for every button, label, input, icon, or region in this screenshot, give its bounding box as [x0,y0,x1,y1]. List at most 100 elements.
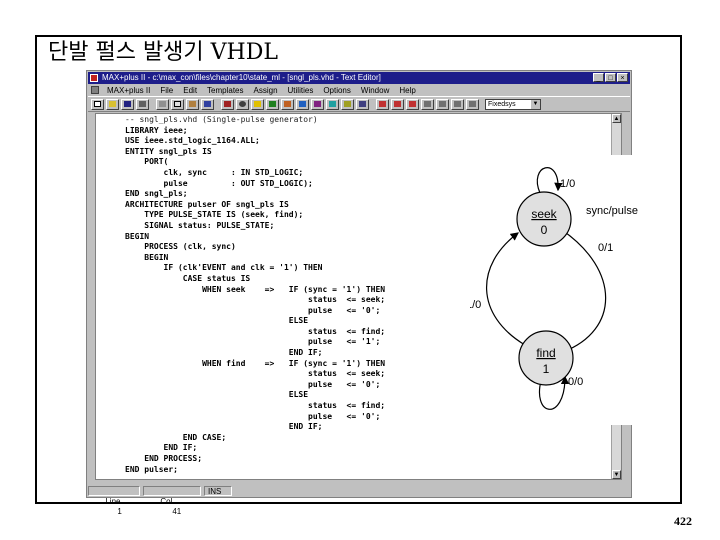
code-line[interactable]: SIGNAL status: PULSE_STATE; [125,221,274,230]
code-line[interactable]: WHEN find => IF (sync = '1') THEN [125,359,385,368]
code-line[interactable]: CASE status IS [125,274,250,283]
code-line[interactable]: END IF; [125,348,323,357]
compile-button[interactable] [266,98,279,110]
vhdl-code[interactable]: -- sngl_pls.vhd (Single-pulse generator)… [125,115,385,475]
code-line[interactable]: status <= find; [125,327,385,336]
copy-icon [174,101,181,107]
document-menu-icon[interactable] [91,86,99,94]
simulate-button[interactable] [281,98,294,110]
code-line[interactable]: pulse <= '0'; [125,412,380,421]
scroll-up-arrow-icon[interactable]: ▲ [612,114,621,123]
col-label: Col [160,497,173,506]
code-line[interactable]: USE ieee.std_logic_1164.ALL; [125,136,260,145]
code-line[interactable]: -- sngl_pls.vhd (Single-pulse generator) [125,115,318,124]
maximize-button[interactable]: □ [605,73,616,82]
code-line[interactable]: pulse : OUT STD_LOGIC); [125,179,313,188]
menu-utilities[interactable]: Utilities [283,86,319,95]
menu-bar: MAX+plus II File Edit Templates Assign U… [88,84,630,96]
menu-edit[interactable]: Edit [178,86,202,95]
save-button[interactable] [121,98,134,110]
undo-icon [204,101,211,107]
font-select[interactable]: Fixedsys ▼ [485,98,541,110]
menu-options[interactable]: Options [318,86,356,95]
code-line[interactable]: IF (clk'EVENT and clk = '1') THEN [125,263,323,272]
menu-window[interactable]: Window [356,86,394,95]
page-number: 422 [674,514,692,528]
program-button[interactable] [311,98,324,110]
app-icon[interactable] [90,74,98,82]
text-tool-icon [454,101,461,107]
code-line[interactable]: status <= seek; [125,369,385,378]
state-find-output: 1 [543,362,550,376]
code-line[interactable]: PORT( [125,157,168,166]
state-diagram: seek 0 find 1 sync/pulse 1/0 0/1 1/0 0/0 [470,155,650,425]
align-icon [439,101,446,107]
code-line[interactable]: END IF; [125,422,323,431]
grid-button[interactable] [421,98,434,110]
hierarchy-icon [224,101,231,107]
clipboard-icon [189,101,196,107]
warning-icon [254,101,261,107]
font-button[interactable] [466,98,479,110]
close-button[interactable]: × [617,73,628,82]
search-button[interactable] [236,98,249,110]
code-line[interactable]: LIBRARY ieee; [125,126,188,135]
code-line[interactable]: END CASE; [125,433,226,442]
disk-icon [124,101,131,107]
code-line[interactable]: BEGIN [125,232,149,241]
timing-button[interactable] [296,98,309,110]
text-button[interactable] [451,98,464,110]
cut-button[interactable] [156,98,169,110]
window-titlebar[interactable]: MAX+plus II - c:\max_con\files\chapter10… [88,72,630,84]
code-line[interactable]: clk, sync : IN STD_LOGIC; [125,168,304,177]
open-file-button[interactable] [106,98,119,110]
line-label: Line [105,497,121,506]
report-icon [344,101,351,107]
warning-button[interactable] [251,98,264,110]
new-file-button[interactable] [91,98,104,110]
code-line[interactable]: ELSE [125,316,308,325]
code-line[interactable]: END sngl_pls; [125,189,188,198]
code-line[interactable]: status <= seek; [125,295,385,304]
menu-maxplus[interactable]: MAX+plus II [102,86,155,95]
save-check-button[interactable] [376,98,389,110]
save-compile-icon [394,101,401,107]
code-line[interactable]: PROCESS (clk, sync) [125,242,236,251]
code-line[interactable]: pulse <= '0'; [125,306,380,315]
diagram-header-label: sync/pulse [586,205,638,217]
menu-templates[interactable]: Templates [202,86,248,95]
code-line[interactable]: ENTITY sngl_pls IS [125,147,212,156]
menu-assign[interactable]: Assign [249,86,283,95]
timing-icon [299,101,306,107]
save-simulate-icon [409,101,416,107]
transition-label-seek-self: 1/0 [560,178,575,190]
top-level-button[interactable] [356,98,369,110]
minimize-button[interactable]: _ [593,73,604,82]
paste-button[interactable] [186,98,199,110]
copy-button[interactable] [171,98,184,110]
code-line[interactable]: BEGIN [125,253,168,262]
code-line[interactable]: status <= find; [125,401,385,410]
undo-button[interactable] [201,98,214,110]
code-line[interactable]: pulse <= '1'; [125,337,380,346]
code-line[interactable]: pulse <= '0'; [125,380,380,389]
hierarchy-button[interactable] [221,98,234,110]
code-line[interactable]: END PROCESS; [125,454,202,463]
chevron-down-icon[interactable]: ▼ [531,99,540,109]
print-button[interactable] [136,98,149,110]
menu-file[interactable]: File [155,86,178,95]
code-line[interactable]: ARCHITECTURE pulser OF sngl_pls IS [125,200,289,209]
code-line[interactable]: ELSE [125,390,308,399]
printer-icon [139,101,146,107]
floorplan-button[interactable] [326,98,339,110]
menu-help[interactable]: Help [394,86,420,95]
save-simulate-button[interactable] [406,98,419,110]
code-line[interactable]: END IF; [125,443,198,452]
align-button[interactable] [436,98,449,110]
report-button[interactable] [341,98,354,110]
scroll-down-arrow-icon[interactable]: ▼ [612,470,621,479]
code-line[interactable]: END pulser; [125,465,178,474]
code-line[interactable]: TYPE PULSE_STATE IS (seek, find); [125,210,303,219]
code-line[interactable]: WHEN seek => IF (sync = '1') THEN [125,285,385,294]
save-compile-button[interactable] [391,98,404,110]
